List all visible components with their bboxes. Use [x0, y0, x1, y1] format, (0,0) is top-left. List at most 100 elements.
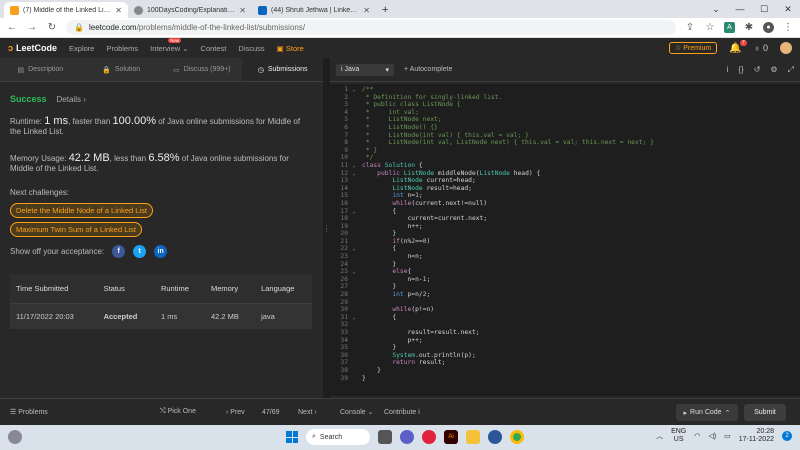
code-line[interactable]: 31 ⌄ {: [330, 314, 654, 322]
tab-discuss[interactable]: ▭ Discuss (999+): [162, 58, 243, 81]
code-line[interactable]: 32: [330, 321, 654, 329]
close-icon[interactable]: ✕: [115, 6, 122, 15]
code-line[interactable]: 26 n=n-1;: [330, 276, 654, 284]
settings-icon[interactable]: ⚙: [770, 65, 777, 75]
code-line[interactable]: 1 ⌄/**: [330, 86, 654, 94]
details-link[interactable]: Details ›: [57, 95, 86, 104]
forward-icon[interactable]: →: [26, 22, 38, 33]
facebook-icon[interactable]: f: [112, 245, 126, 258]
clock[interactable]: 20:28 17-11-2022: [739, 428, 774, 444]
fold-chevron-icon[interactable]: ⌄: [352, 86, 362, 94]
fold-chevron-icon[interactable]: ⌄: [352, 208, 362, 216]
coins[interactable]: ♁ 0: [754, 43, 768, 53]
code-line[interactable]: 25 ⌄ else{: [330, 268, 654, 276]
reset-icon[interactable]: ↺: [754, 65, 761, 75]
chevron-up-icon[interactable]: ︿: [656, 431, 663, 441]
submit-button[interactable]: Submit: [744, 404, 786, 421]
linkedin-icon[interactable]: in: [154, 245, 168, 258]
code-line[interactable]: 11 ⌄ class Solution {: [330, 162, 654, 170]
chrome-icon[interactable]: [510, 430, 524, 444]
browser-tab-linkedin[interactable]: (44) Shruti Jethwa | LinkedIn ✕: [252, 2, 376, 18]
close-icon[interactable]: ✕: [239, 6, 246, 15]
console-button[interactable]: Console ⌄: [340, 408, 374, 416]
info-icon[interactable]: i: [727, 65, 729, 75]
challenge-max-twin-sum[interactable]: Maximum Twin Sum of a Linked List: [10, 222, 142, 237]
contribute-button[interactable]: Contribute i: [384, 409, 420, 416]
code-line[interactable]: 24 }: [330, 261, 654, 269]
table-row[interactable]: 11/17/2022 20:03 Accepted 1 ms 42.2 MB j…: [10, 303, 312, 329]
tab-description[interactable]: ▤ Description: [0, 58, 81, 81]
code-line[interactable]: 34 p++;: [330, 337, 654, 345]
folder-icon[interactable]: [466, 430, 480, 444]
code-line[interactable]: 15 int n=1;: [330, 192, 654, 200]
code-line[interactable]: 6 * ListNode() {}: [330, 124, 654, 132]
battery-icon[interactable]: ▭: [724, 432, 731, 440]
reload-icon[interactable]: ↻: [46, 22, 58, 33]
fold-chevron-icon[interactable]: ⌄: [352, 314, 362, 322]
code-line[interactable]: 21 if(n%2==0): [330, 238, 654, 246]
extension-icon[interactable]: A: [724, 22, 735, 33]
code-line[interactable]: 8 * ListNode(int val, ListNode next) { t…: [330, 139, 654, 147]
language-indicator[interactable]: ENG US: [671, 428, 686, 444]
teams-icon[interactable]: [400, 430, 414, 444]
close-window-icon[interactable]: ✕: [776, 0, 800, 18]
code-line[interactable]: 33 result=result.next;: [330, 329, 654, 337]
minimize-icon[interactable]: —: [728, 0, 752, 18]
taskbar-search[interactable]: ⌕ Search: [306, 429, 370, 445]
star-icon[interactable]: ☆: [704, 22, 716, 33]
close-icon[interactable]: ✕: [363, 6, 370, 15]
url-input[interactable]: 🔒 leetcode.com/problems/middle-of-the-li…: [66, 20, 676, 35]
run-code-button[interactable]: ▸ Run Code ⌃: [676, 404, 738, 421]
problems-button[interactable]: ☰ Problems: [0, 408, 100, 416]
pick-one-button[interactable]: ⤭ Pick One: [160, 408, 196, 416]
twitter-icon[interactable]: t: [133, 245, 147, 258]
share-icon[interactable]: ⇪: [684, 22, 696, 33]
code-line[interactable]: 3 * public class ListNode {: [330, 101, 654, 109]
code-line[interactable]: 37 return result;: [330, 359, 654, 367]
windows-start-icon[interactable]: [286, 431, 298, 443]
braces-icon[interactable]: {}: [738, 65, 743, 75]
code-line[interactable]: 38 }: [330, 367, 654, 375]
nav-contest[interactable]: Contest: [201, 44, 227, 53]
wifi-icon[interactable]: ◠: [694, 432, 700, 440]
next-button[interactable]: Next ›: [298, 409, 317, 416]
tab-solution[interactable]: 🔒 Solution: [81, 58, 162, 81]
browser-tab-leetcode[interactable]: (7) Middle of the Linked List - Le ✕: [4, 2, 128, 18]
prev-button[interactable]: ‹ Prev: [226, 409, 245, 416]
nav-interview[interactable]: Interview ⌄ New: [150, 37, 189, 53]
weather-icon[interactable]: [8, 430, 22, 444]
code-line[interactable]: 22 ⌄ {: [330, 245, 654, 253]
code-line[interactable]: 23 n=n;: [330, 253, 654, 261]
nav-store[interactable]: ▣ Store: [277, 44, 304, 53]
code-line[interactable]: 17 ⌄ {: [330, 208, 654, 216]
puzzle-icon[interactable]: ✱: [743, 22, 755, 33]
code-line[interactable]: 10 */: [330, 154, 654, 162]
language-select[interactable]: i Java ▾: [336, 63, 394, 76]
code-line[interactable]: 35 }: [330, 344, 654, 352]
code-line[interactable]: 12 ⌄ public ListNode middleNode(ListNode …: [330, 170, 654, 178]
fold-chevron-icon[interactable]: ⌄: [352, 245, 362, 253]
code-line[interactable]: 36 System.out.println(p);: [330, 352, 654, 360]
code-line[interactable]: 20 }: [330, 230, 654, 238]
code-line[interactable]: 9 * }: [330, 147, 654, 155]
fold-chevron-icon[interactable]: ⌄: [352, 268, 362, 276]
challenge-delete-middle-node[interactable]: Delete the Middle Node of a Linked List: [10, 203, 153, 218]
file-explorer-icon[interactable]: [378, 430, 392, 444]
word-icon[interactable]: [488, 430, 502, 444]
code-line[interactable]: 16 while(current.next!=null): [330, 200, 654, 208]
maximize-icon[interactable]: ☐: [752, 0, 776, 18]
menu-icon[interactable]: ⋮: [782, 22, 794, 33]
code-line[interactable]: 7 * ListNode(int val) { this.val = val; …: [330, 132, 654, 140]
leetcode-logo[interactable]: ↄ LeetCode: [8, 43, 57, 53]
code-line[interactable]: 30 while(p!=n): [330, 306, 654, 314]
fold-chevron-icon[interactable]: ⌄: [352, 162, 362, 170]
code-area[interactable]: 1 ⌄/** 2 * Definition for singly-linked li…: [330, 84, 800, 396]
code-line[interactable]: 5 * ListNode next;: [330, 116, 654, 124]
browser-tab-github[interactable]: 100DaysCoding/Explanation at m ✕: [128, 2, 252, 18]
notification-bell-icon[interactable]: 🔔 7: [729, 39, 747, 54]
cell-status[interactable]: Accepted: [97, 303, 155, 329]
code-line[interactable]: 13 ListNode current=head;: [330, 177, 654, 185]
illustrator-icon[interactable]: Ai: [444, 430, 458, 444]
code-line[interactable]: 19 n++;: [330, 223, 654, 231]
new-tab-button[interactable]: +: [376, 2, 394, 18]
